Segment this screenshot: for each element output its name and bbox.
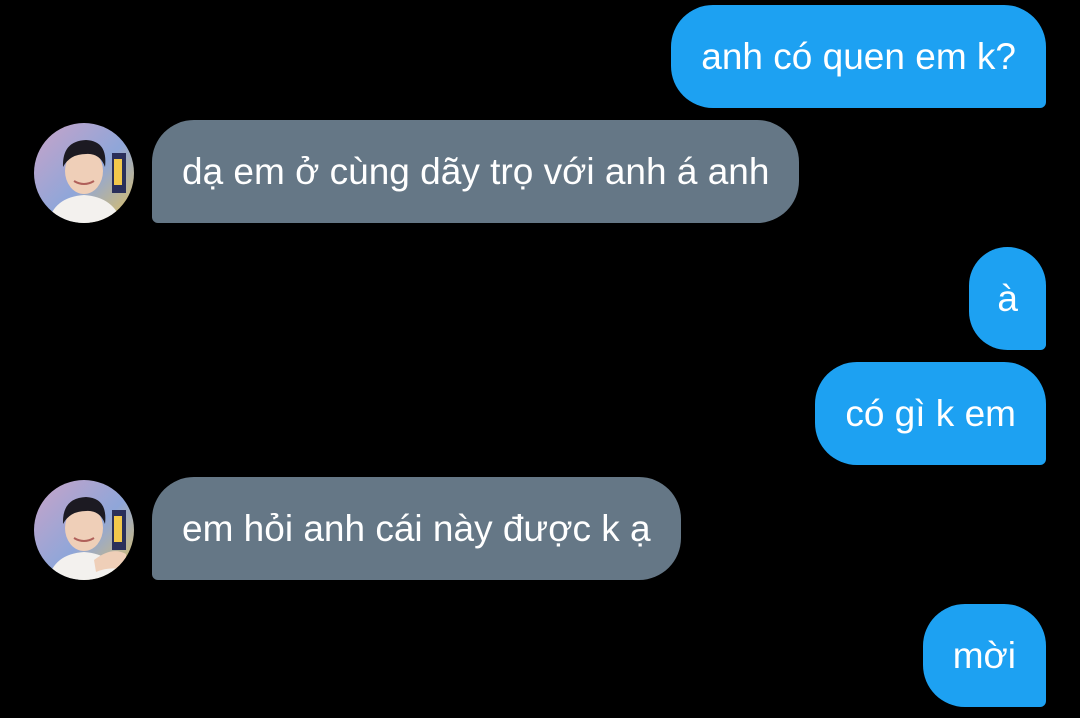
outgoing-message-bubble[interactable]: có gì k em [815,362,1046,465]
contact-avatar[interactable] [34,123,134,223]
avatar-image [34,480,134,580]
message-text: em hỏi anh cái này được k ạ [182,508,651,549]
message-text: mời [952,635,1016,676]
avatar-image [34,123,134,223]
outgoing-message-bubble[interactable]: mời [922,604,1046,707]
incoming-message-bubble[interactable]: dạ em ở cùng dãy trọ với anh á anh [152,120,800,223]
outgoing-message-bubble[interactable]: anh có quen em k? [671,5,1046,108]
message-text: dạ em ở cùng dãy trọ với anh á anh [182,151,770,192]
message-text: à [997,278,1018,319]
incoming-message-bubble[interactable]: em hỏi anh cái này được k ạ [152,477,681,580]
message-thread[interactable]: anh có quen em k? dạ em ở cùng dãy trọ v… [0,0,1080,718]
contact-avatar[interactable] [34,480,134,580]
message-text: anh có quen em k? [701,36,1016,77]
outgoing-message-bubble[interactable]: à [969,247,1046,350]
message-text: có gì k em [845,393,1016,434]
